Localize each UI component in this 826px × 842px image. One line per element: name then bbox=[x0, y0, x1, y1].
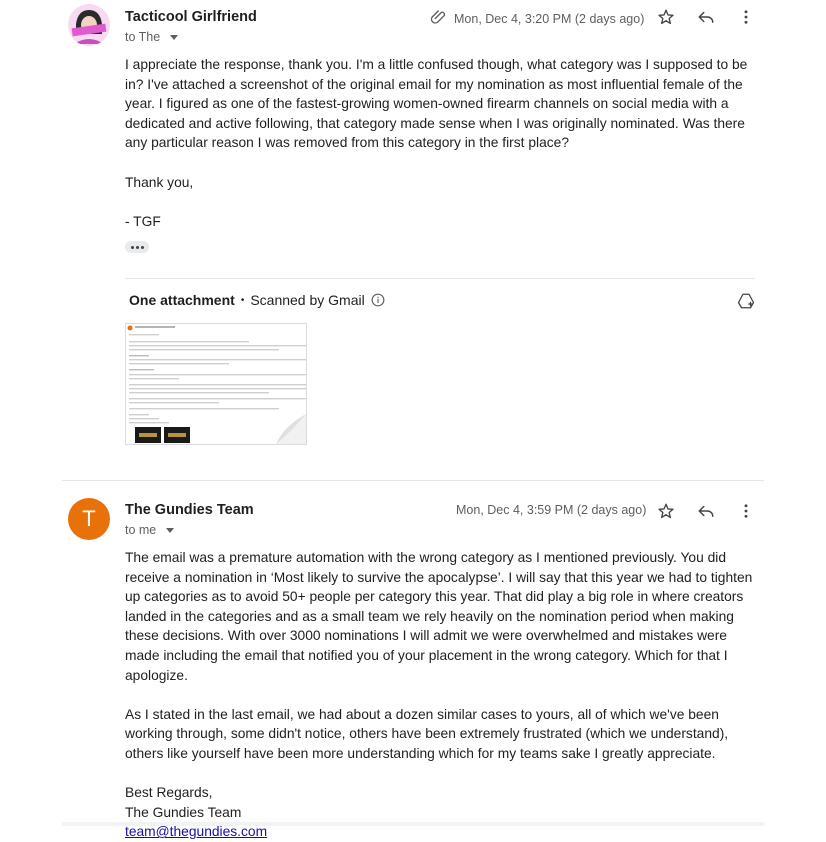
attachment-header: One attachment • Scanned by Gmail bbox=[129, 292, 385, 308]
message-meta: Mon, Dec 4, 3:59 PM (2 days ago) bbox=[456, 503, 646, 517]
sender-avatar[interactable] bbox=[68, 4, 110, 46]
timestamp: Mon, Dec 4, 3:20 PM (2 days ago) bbox=[454, 11, 645, 26]
recipients-toggle[interactable]: to The bbox=[125, 30, 179, 44]
add-to-drive-icon bbox=[737, 293, 755, 309]
body-signoff: Best Regards, bbox=[125, 785, 213, 801]
more-options-button[interactable] bbox=[734, 5, 758, 29]
body-signature: The Gundies Team bbox=[125, 804, 242, 820]
star-button[interactable] bbox=[654, 5, 678, 29]
message-body: The email was a premature automation wit… bbox=[125, 548, 755, 842]
reply-icon bbox=[698, 11, 714, 23]
star-icon bbox=[658, 503, 674, 519]
attachment-clip-icon bbox=[430, 8, 448, 29]
recipients-label: to The bbox=[125, 30, 161, 44]
add-to-drive-button[interactable] bbox=[734, 289, 758, 313]
body-closing: Thank you, bbox=[125, 174, 194, 190]
scanned-label: Scanned by Gmail bbox=[250, 292, 365, 308]
divider bbox=[125, 278, 755, 279]
body-paragraph: I appreciate the response, thank you. I'… bbox=[125, 57, 748, 151]
more-vert-icon bbox=[744, 10, 748, 24]
message-body: I appreciate the response, thank you. I'… bbox=[125, 55, 755, 231]
more-options-button[interactable] bbox=[734, 499, 758, 523]
message-separator bbox=[62, 480, 764, 481]
body-paragraph: The email was a premature automation wit… bbox=[125, 550, 753, 683]
reply-button[interactable] bbox=[694, 499, 718, 523]
message-meta: Mon, Dec 4, 3:20 PM (2 days ago) bbox=[430, 8, 644, 29]
sender-name[interactable]: Tacticool Girlfriend bbox=[125, 9, 257, 25]
more-vert-icon bbox=[744, 504, 748, 518]
reply-icon bbox=[698, 505, 714, 517]
bottom-divider bbox=[62, 822, 764, 826]
separator: • bbox=[240, 294, 245, 306]
avatar-letter: T bbox=[82, 506, 96, 531]
sender-name[interactable]: The Gundies Team bbox=[125, 502, 254, 518]
attachment-preview-image bbox=[126, 324, 306, 444]
star-button[interactable] bbox=[654, 499, 678, 523]
body-signature: - TGF bbox=[125, 213, 161, 229]
email-link[interactable]: team@thegundies.com bbox=[125, 824, 267, 839]
show-trimmed-content-button[interactable] bbox=[125, 241, 149, 253]
attachment-title: One attachment bbox=[129, 292, 235, 308]
reply-button[interactable] bbox=[694, 5, 718, 29]
chevron-down-icon bbox=[170, 35, 179, 40]
attachment-thumbnail[interactable] bbox=[125, 323, 307, 445]
recipients-label: to me bbox=[125, 523, 157, 537]
recipients-toggle[interactable]: to me bbox=[125, 523, 175, 537]
star-icon bbox=[658, 9, 674, 25]
info-icon[interactable] bbox=[371, 293, 385, 307]
body-paragraph: As I stated in the last email, we had ab… bbox=[125, 706, 729, 761]
timestamp: Mon, Dec 4, 3:59 PM (2 days ago) bbox=[456, 503, 647, 517]
chevron-down-icon bbox=[166, 528, 175, 533]
sender-avatar[interactable]: T bbox=[68, 498, 110, 540]
